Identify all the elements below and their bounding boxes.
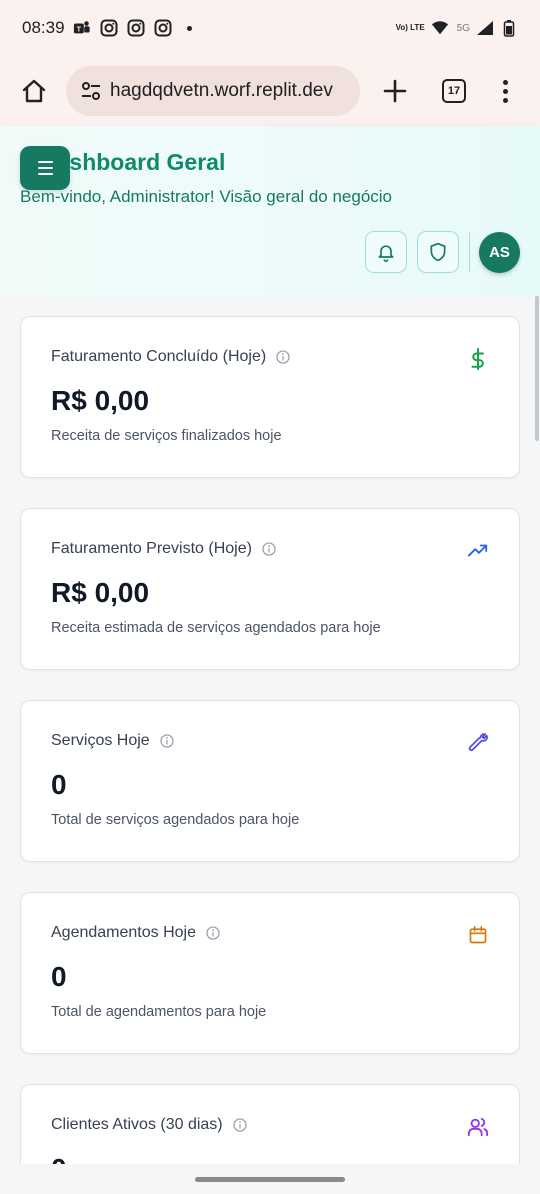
instagram-icon (154, 19, 172, 37)
card-title-row: Faturamento Previsto (Hoje) (51, 540, 276, 558)
sidebar-toggle-button[interactable] (20, 146, 70, 190)
card-value: 0 (51, 1153, 67, 1164)
status-bar: 08:39 T Vo) LTE 5G (0, 0, 540, 56)
stat-card-faturamento-previsto: Faturamento Previsto (Hoje) R$ 0,00 Rece… (20, 508, 520, 670)
card-value: R$ 0,00 (51, 385, 150, 416)
card-title-row: Faturamento Concluído (Hoje) (51, 348, 290, 366)
info-icon[interactable] (206, 926, 220, 940)
hamburger-line (37, 173, 53, 175)
plus-icon (383, 79, 407, 103)
card-description: Receita de serviços finalizados hoje (51, 428, 282, 444)
more-notifications-dot (186, 25, 192, 31)
hamburger-line (37, 161, 53, 163)
instagram-icon (100, 19, 118, 37)
browser-menu-button[interactable] (500, 79, 510, 103)
dollar-icon (467, 348, 489, 370)
home-button[interactable] (16, 73, 52, 109)
info-icon[interactable] (232, 1118, 247, 1132)
card-description: Total de agendamentos para hoje (51, 1004, 267, 1020)
url-text: hagdqdvetn.worf.replit.dev (110, 80, 333, 101)
dashboard-content: Faturamento Concluído (Hoje) R$ 0,00 Rec… (0, 296, 540, 1164)
new-tab-button[interactable] (380, 76, 410, 106)
gesture-handle[interactable] (195, 1177, 345, 1182)
card-description: Receita estimada de serviços agendados p… (51, 620, 381, 636)
address-bar[interactable]: hagdqdvetn.worf.replit.dev (66, 66, 360, 116)
menu-dot (502, 97, 508, 103)
info-icon[interactable] (276, 350, 290, 364)
trending-up-icon (467, 540, 489, 562)
card-title: Faturamento Concluído (Hoje) (51, 348, 267, 365)
status-time: 08:39 (22, 18, 65, 37)
card-description: Total de serviços agendados para hoje (51, 812, 300, 828)
card-title-row: Agendamentos Hoje (51, 924, 220, 942)
page-scrollbar[interactable] (535, 296, 539, 441)
bell-icon (378, 245, 394, 262)
browser-toolbar: hagdqdvetn.worf.replit.dev 17 (0, 56, 540, 126)
svg-text:T: T (76, 25, 81, 34)
info-icon[interactable] (160, 734, 174, 748)
admin-security-button[interactable] (417, 231, 459, 273)
wrench-icon (467, 732, 489, 754)
app-header: Dashboard Geral Bem-vindo, Administrator… (0, 126, 540, 296)
stat-card-agendamentos-hoje: Agendamentos Hoje 0 Total de agendamento… (20, 892, 520, 1054)
header-divider (469, 232, 470, 272)
hamburger-line (37, 167, 53, 169)
system-icons: Vo) LTE 5G (396, 19, 518, 37)
user-avatar[interactable]: AS (479, 232, 520, 273)
card-title: Clientes Ativos (30 dias) (51, 1116, 223, 1133)
card-value: 0 (51, 769, 67, 800)
site-settings-icon[interactable] (80, 80, 102, 102)
calendar-icon (467, 924, 489, 946)
card-title: Serviços Hoje (51, 732, 150, 749)
card-value: R$ 0,00 (51, 577, 150, 608)
menu-dot (502, 79, 508, 85)
info-icon[interactable] (262, 542, 276, 556)
users-icon (467, 1116, 489, 1138)
notification-icons: T (73, 19, 192, 37)
card-title-row: Serviços Hoje (51, 732, 174, 750)
welcome-message: Bem-vindo, Administrator! Visão geral do… (20, 187, 392, 206)
menu-dot (502, 88, 508, 94)
notifications-button[interactable] (365, 231, 407, 273)
stat-card-clientes-ativos: Clientes Ativos (30 dias) 0 (20, 1084, 520, 1164)
network-type: 5G (456, 22, 470, 34)
navigation-area (0, 1164, 540, 1194)
home-icon (22, 79, 46, 103)
card-title: Faturamento Previsto (Hoje) (51, 540, 252, 557)
wifi-icon (431, 19, 449, 37)
tab-switcher-button[interactable]: 17 (442, 79, 466, 103)
card-title: Agendamentos Hoje (51, 924, 196, 941)
card-value: 0 (51, 961, 67, 992)
card-title-row: Clientes Ativos (30 dias) (51, 1116, 247, 1134)
signal-icon (476, 19, 494, 37)
battery-icon (500, 19, 518, 37)
volte-label: Vo) LTE (395, 23, 425, 32)
teams-icon: T (73, 19, 91, 37)
stat-card-faturamento-concluido: Faturamento Concluído (Hoje) R$ 0,00 Rec… (20, 316, 520, 478)
instagram-icon (127, 19, 145, 37)
stat-card-servicos-hoje: Serviços Hoje 0 Total de serviços agenda… (20, 700, 520, 862)
shield-icon (430, 242, 446, 262)
